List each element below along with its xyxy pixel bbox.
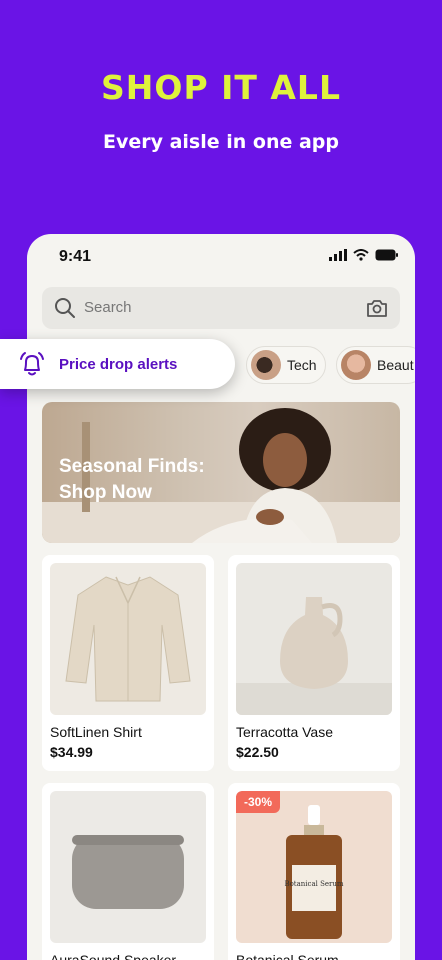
- category-chip-tech[interactable]: Tech: [246, 346, 326, 384]
- camera-icon[interactable]: [366, 297, 388, 319]
- promo-banner[interactable]: Seasonal Finds: Shop Now: [42, 402, 400, 543]
- status-bar: 9:41: [27, 234, 415, 280]
- banner-title: Seasonal Finds: Shop Now: [59, 456, 205, 503]
- beauty-thumbnail: [341, 350, 371, 380]
- promo-subline: Every aisle in one app: [102, 131, 340, 153]
- price-drop-alerts-label: Price drop alerts: [59, 356, 178, 373]
- search-icon: [55, 298, 75, 318]
- product-price: $34.99: [50, 744, 93, 760]
- product-card[interactable]: SoftLinen Shirt $34.99: [42, 555, 214, 771]
- tech-thumbnail: [251, 350, 281, 380]
- product-price: $22.50: [236, 744, 279, 760]
- product-name: SoftLinen Shirt: [50, 724, 142, 740]
- product-image-serum: Botanical Serum -30%: [236, 791, 392, 943]
- product-card[interactable]: AuraSound Speaker: [42, 783, 214, 960]
- status-time: 9:41: [59, 248, 92, 265]
- promo-headline: SHOP IT ALL: [101, 68, 341, 107]
- product-name: Terracotta Vase: [236, 724, 334, 740]
- price-drop-alerts-button[interactable]: Price drop alerts: [0, 339, 235, 389]
- product-image-speaker: [50, 791, 206, 943]
- product-card[interactable]: Terracotta Vase $22.50: [228, 555, 400, 771]
- signal-icon: [329, 249, 347, 261]
- wifi-icon: [353, 249, 369, 261]
- category-chip-label: Tech: [287, 357, 317, 373]
- category-chip-beauty[interactable]: Beaut: [336, 346, 415, 384]
- product-image-shirt: [50, 563, 206, 715]
- battery-icon: [375, 249, 398, 261]
- product-name: Botanical Serum: [236, 952, 339, 960]
- bell-icon: [20, 352, 44, 376]
- product-card[interactable]: Botanical Serum -30% Botanical Serum: [228, 783, 400, 960]
- serum-label-text: Botanical Serum: [284, 880, 343, 888]
- search-bar[interactable]: Search: [42, 287, 400, 329]
- product-image-vase: [236, 563, 392, 715]
- category-chip-label: Beaut: [377, 357, 414, 373]
- search-input[interactable]: Search: [84, 299, 132, 316]
- discount-badge: -30%: [236, 791, 281, 813]
- product-name: AuraSound Speaker: [50, 952, 177, 960]
